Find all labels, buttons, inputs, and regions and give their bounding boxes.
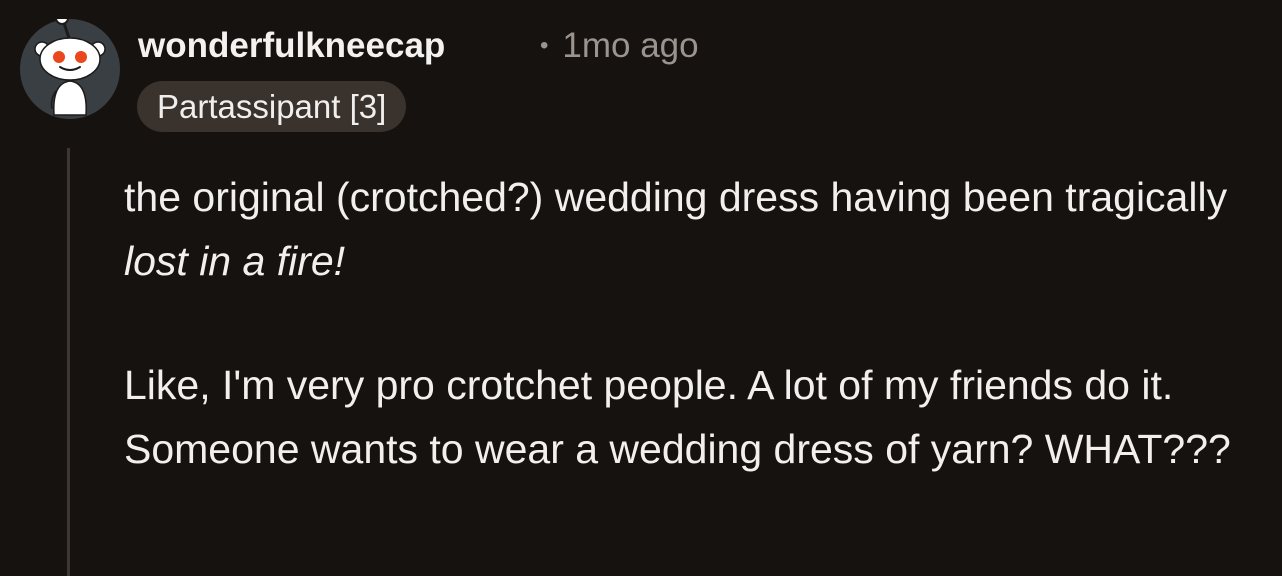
comment-paragraph: Like, I'm very pro crotchet people. A lo… [124,362,1231,472]
paragraph-text: the original (crotched?) wedding dress h… [124,174,1228,220]
reddit-snoo-avatar-icon [20,19,120,119]
emphasized-text: lost in a fire! [124,238,346,284]
thread-line[interactable] [67,148,70,576]
comment-body: the original (crotched?) wedding dress h… [124,165,1264,481]
comment-timestamp[interactable]: 1mo ago [562,26,698,65]
comment: wonderfulkneecap • 1mo ago Partassipant [… [0,0,1282,576]
meta-separator: • [540,32,549,59]
comment-paragraph: the original (crotched?) wedding dress h… [124,165,1264,293]
comment-meta: • 1mo ago [540,24,699,68]
user-flair: Partassipant [3] [137,81,407,132]
user-avatar[interactable] [20,19,120,119]
comment-author[interactable]: wonderfulkneecap [138,24,445,68]
